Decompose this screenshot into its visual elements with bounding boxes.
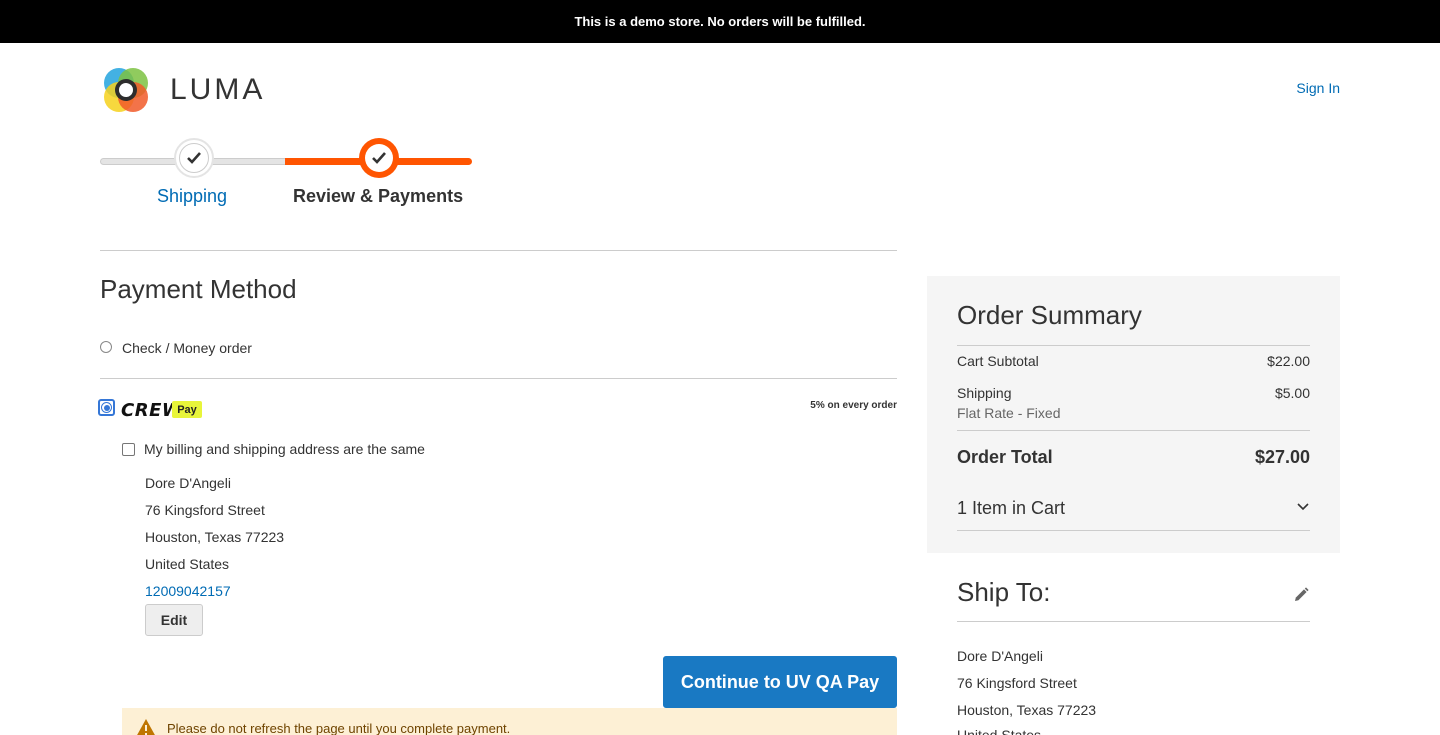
ship-to-divider (957, 621, 1310, 622)
check-money-order-label[interactable]: Check / Money order (122, 340, 252, 356)
crew-pay-promo: 5% on every order (810, 400, 897, 411)
order-total-amount: $27.00 (1254, 447, 1310, 467)
order-total-row: Order Total $27.00 (957, 447, 1310, 468)
summary-divider (957, 430, 1310, 431)
summary-divider (957, 530, 1310, 531)
edit-billing-button[interactable]: Edit (145, 604, 203, 636)
sign-in-link[interactable]: Sign In (1296, 80, 1340, 96)
demo-notice-text: This is a demo store. No orders will be … (574, 14, 866, 29)
step-review-indicator (359, 138, 399, 178)
continue-to-payment-button[interactable]: Continue to UV QA Pay (663, 656, 897, 708)
ship-to-title: Ship To: (957, 577, 1051, 607)
payment-option-divider (100, 378, 897, 379)
shipping-label: Shipping (957, 385, 1012, 401)
checkmark-icon (372, 152, 386, 164)
step-shipping-indicator[interactable] (174, 138, 214, 178)
refresh-warning-message: Please do not refresh the page until you… (122, 708, 897, 735)
edit-pencil-icon[interactable] (1292, 586, 1310, 604)
order-total-label: Order Total (957, 447, 1053, 467)
chevron-down-icon (1297, 503, 1309, 511)
ship-to-name: Dore D'Angeli (957, 648, 1043, 664)
warning-icon (137, 719, 155, 735)
billing-street: 76 Kingsford Street (145, 502, 265, 518)
logo-text: LUMA (170, 73, 266, 106)
summary-divider (957, 345, 1310, 346)
luma-logo[interactable]: LUMA (100, 64, 265, 116)
items-in-cart-label: 1 Item in Cart (957, 498, 1066, 518)
billing-city: Houston, Texas 77223 (145, 529, 285, 545)
items-in-cart-toggle[interactable]: 1 Item in Cart (957, 498, 1310, 519)
billing-phone-link[interactable]: 12009042157 (145, 583, 231, 599)
crew-pay-badge: Pay (172, 401, 202, 418)
same-address-label[interactable]: My billing and shipping address are the … (144, 441, 425, 457)
check-money-order-radio[interactable] (100, 341, 112, 353)
ship-to-country: United States (957, 727, 1042, 735)
luma-logo-icon (104, 68, 148, 112)
same-address-checkbox[interactable] (122, 443, 135, 456)
billing-country: United States (145, 556, 230, 572)
ship-to-city: Houston, Texas 77223 (957, 702, 1097, 718)
shipping-method: Flat Rate - Fixed (957, 405, 1061, 421)
checkout-progress-bar: Shipping Review & Payments (100, 138, 472, 213)
warning-text: Please do not refresh the page until you… (167, 721, 511, 735)
ship-to-street: 76 Kingsford Street (957, 675, 1077, 691)
shipping-row: Shipping $5.00 (957, 385, 1310, 401)
section-divider (100, 250, 897, 251)
checkmark-icon (187, 152, 201, 164)
cart-subtotal-amount: $22.00 (1267, 353, 1310, 369)
billing-name: Dore D'Angeli (145, 475, 231, 491)
step-review-label: Review & Payments (293, 186, 464, 206)
payment-method-title: Payment Method (100, 274, 297, 304)
cart-subtotal-label: Cart Subtotal (957, 353, 1039, 369)
cart-subtotal-row: Cart Subtotal $22.00 (957, 353, 1310, 369)
step-shipping-label[interactable]: Shipping (157, 186, 227, 207)
crew-pay-radio[interactable] (98, 399, 115, 416)
order-summary-title: Order Summary (957, 300, 1142, 330)
shipping-amount: $5.00 (1274, 385, 1310, 401)
demo-notice-banner: This is a demo store. No orders will be … (0, 0, 1440, 43)
order-summary-panel: Order Summary Cart Subtotal $22.00 Shipp… (927, 276, 1340, 553)
